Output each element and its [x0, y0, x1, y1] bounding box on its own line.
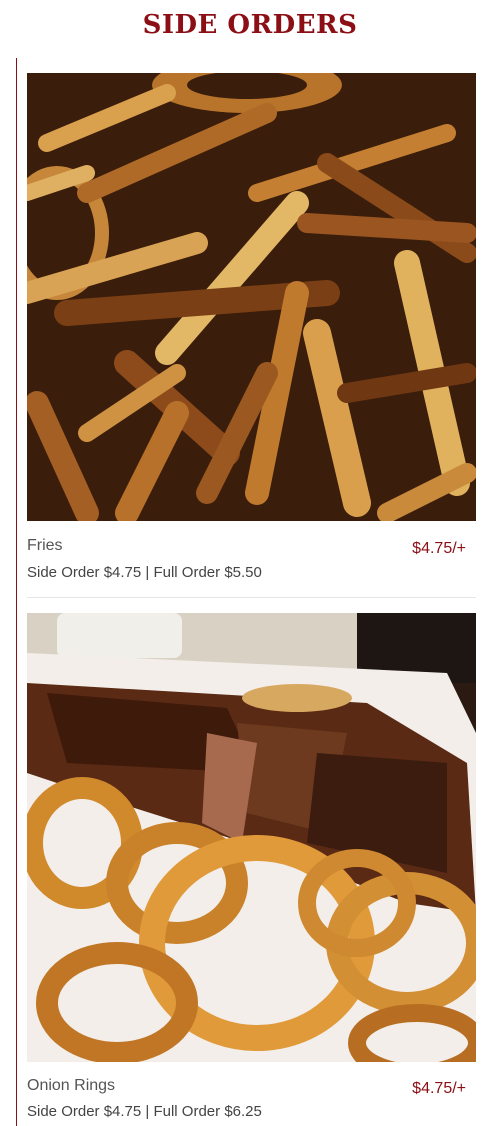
- item-price: $4.75/+: [412, 540, 466, 557]
- item-price: $4.75/+: [412, 1080, 466, 1097]
- onion-rings-photo: [27, 613, 476, 1062]
- item-name: Fries: [27, 537, 63, 554]
- item-detail: Side Order $4.75 | Full Order $5.50: [27, 564, 262, 581]
- item-name: Onion Rings: [27, 1077, 116, 1094]
- menu-item-onion-rings[interactable]: Onion Rings $4.75/+ Side Order $4.75 | F…: [27, 613, 476, 1126]
- item-divider: [27, 597, 476, 598]
- accent-vertical-line: [16, 58, 17, 1126]
- section-title: SIDE ORDERS: [142, 10, 358, 40]
- item-detail: Side Order $4.75 | Full Order $6.25: [27, 1103, 262, 1120]
- menu-item-fries[interactable]: Fries $4.75/+ Side Order $4.75 | Full Or…: [27, 73, 476, 593]
- fries-photo: [27, 73, 476, 521]
